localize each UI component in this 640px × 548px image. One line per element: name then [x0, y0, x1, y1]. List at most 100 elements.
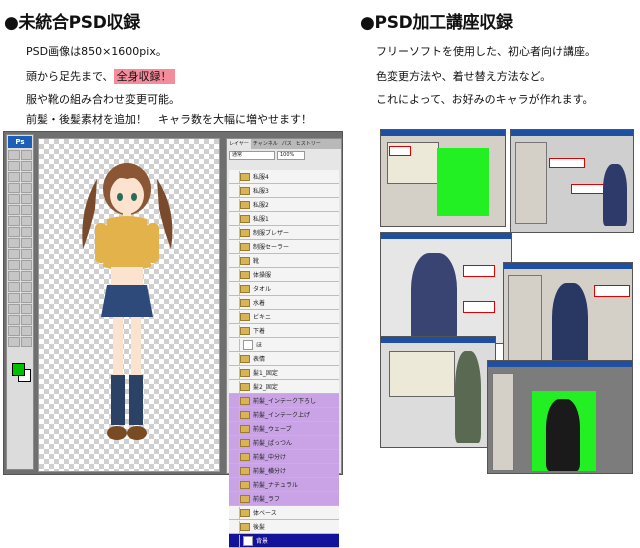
visibility-eye-icon[interactable] — [229, 408, 240, 421]
tool-icon[interactable] — [8, 260, 20, 270]
visibility-eye-icon[interactable] — [229, 184, 240, 197]
layer-row[interactable]: 私服2 — [229, 198, 339, 212]
layer-row[interactable]: 前髪_インテーク上げ — [229, 408, 339, 422]
blend-mode-select[interactable]: 通常 — [229, 150, 275, 160]
visibility-eye-icon[interactable] — [229, 506, 240, 519]
tool-icon[interactable] — [20, 304, 32, 314]
tool-icon[interactable] — [8, 194, 20, 204]
layer-row[interactable]: 前髪_ナチュラル — [229, 478, 339, 492]
layer-row[interactable]: 体ベース — [229, 506, 339, 520]
layer-row[interactable]: 私服1 — [229, 212, 339, 226]
tool-icon[interactable] — [20, 172, 32, 182]
foreground-color-swatch[interactable] — [12, 363, 25, 376]
tool-icon[interactable] — [20, 249, 32, 259]
tool-icon[interactable] — [8, 271, 20, 281]
layer-row[interactable]: タオル — [229, 282, 339, 296]
tool-icon[interactable] — [20, 260, 32, 270]
visibility-eye-icon[interactable] — [229, 212, 240, 225]
panel-tab-bar: レイヤー チャンネル パス ヒストリー — [227, 139, 341, 149]
tool-icon[interactable] — [8, 216, 20, 226]
visibility-eye-icon[interactable] — [229, 240, 240, 253]
visibility-eye-icon[interactable] — [229, 282, 240, 295]
tab-paths[interactable]: パス — [280, 139, 294, 149]
visibility-eye-icon[interactable] — [229, 380, 240, 393]
tool-icon[interactable] — [20, 326, 32, 336]
visibility-eye-icon[interactable] — [229, 338, 240, 351]
tool-icon[interactable] — [20, 150, 32, 160]
layer-row[interactable]: 私服4 — [229, 170, 339, 184]
tool-icon[interactable] — [8, 172, 20, 182]
tool-icon[interactable] — [20, 183, 32, 193]
tool-icon[interactable] — [20, 161, 32, 171]
visibility-eye-icon[interactable] — [229, 492, 240, 505]
visibility-eye-icon[interactable] — [229, 464, 240, 477]
tool-icon[interactable] — [8, 304, 20, 314]
visibility-eye-icon[interactable] — [229, 352, 240, 365]
visibility-eye-icon[interactable] — [229, 254, 240, 267]
visibility-eye-icon[interactable] — [229, 436, 240, 449]
tool-icon[interactable] — [8, 238, 20, 248]
layer-row[interactable]: 髪1_固定 — [229, 366, 339, 380]
layer-row[interactable]: ほ — [229, 338, 339, 352]
layer-row[interactable]: 靴 — [229, 254, 339, 268]
visibility-eye-icon[interactable] — [229, 520, 240, 533]
tool-icon[interactable] — [20, 282, 32, 292]
tool-icon[interactable] — [20, 238, 32, 248]
visibility-eye-icon[interactable] — [229, 310, 240, 323]
tool-icon[interactable] — [20, 315, 32, 325]
visibility-eye-icon[interactable] — [229, 394, 240, 407]
tool-icon[interactable] — [20, 205, 32, 215]
layer-row[interactable]: 前髪_ラフ — [229, 492, 339, 506]
tool-icon[interactable] — [8, 282, 20, 292]
visibility-eye-icon[interactable] — [229, 170, 240, 183]
visibility-eye-icon[interactable] — [229, 534, 240, 547]
opacity-field[interactable]: 100% — [277, 150, 305, 160]
layer-row[interactable]: 制服セーラー — [229, 240, 339, 254]
tool-icon[interactable] — [20, 194, 32, 204]
tool-icon[interactable] — [20, 271, 32, 281]
tool-icon[interactable] — [8, 326, 20, 336]
visibility-eye-icon[interactable] — [229, 366, 240, 379]
tool-icon[interactable] — [8, 205, 20, 215]
layer-row[interactable]: ビキニ — [229, 310, 339, 324]
tab-channels[interactable]: チャンネル — [251, 139, 280, 149]
layer-row[interactable]: 背景 — [229, 534, 339, 548]
tool-icon[interactable] — [8, 183, 20, 193]
visibility-eye-icon[interactable] — [229, 450, 240, 463]
tool-icon[interactable] — [8, 227, 20, 237]
layer-row[interactable]: 水着 — [229, 296, 339, 310]
tool-icon[interactable] — [20, 216, 32, 226]
tool-icon[interactable] — [8, 249, 20, 259]
visibility-eye-icon[interactable] — [229, 198, 240, 211]
layer-row[interactable]: 体操服 — [229, 268, 339, 282]
tab-history[interactable]: ヒストリー — [294, 139, 323, 149]
layer-row[interactable]: 私服3 — [229, 184, 339, 198]
visibility-eye-icon[interactable] — [229, 324, 240, 337]
layer-row[interactable]: 前髪_インテーク下ろし — [229, 394, 339, 408]
tool-icon[interactable] — [8, 161, 20, 171]
visibility-eye-icon[interactable] — [229, 296, 240, 309]
tool-icon[interactable] — [8, 315, 20, 325]
layer-row[interactable]: 前髪_中分け — [229, 450, 339, 464]
tool-icon[interactable] — [8, 293, 20, 303]
visibility-eye-icon[interactable] — [229, 226, 240, 239]
tool-icon[interactable] — [20, 293, 32, 303]
layer-row[interactable]: 前髪_ウェーブ — [229, 422, 339, 436]
layer-row[interactable]: 前髪_ぱっつん — [229, 436, 339, 450]
tool-icon[interactable] — [20, 337, 32, 347]
layer-row[interactable]: 制服ブレザー — [229, 226, 339, 240]
tool-icon[interactable] — [8, 150, 20, 160]
document-canvas[interactable] — [38, 138, 220, 472]
layer-row[interactable]: 髪2_固定 — [229, 380, 339, 394]
tab-layers[interactable]: レイヤー — [227, 139, 251, 149]
tool-icon[interactable] — [8, 337, 20, 347]
layer-row[interactable]: 後髪 — [229, 520, 339, 534]
tool-icon[interactable] — [20, 227, 32, 237]
visibility-eye-icon[interactable] — [229, 422, 240, 435]
layer-row[interactable]: 前髪_横分け — [229, 464, 339, 478]
visibility-eye-icon[interactable] — [229, 268, 240, 281]
visibility-eye-icon[interactable] — [229, 478, 240, 491]
left-eye — [117, 193, 123, 201]
layer-row[interactable]: 表情 — [229, 352, 339, 366]
layer-row[interactable]: 下着 — [229, 324, 339, 338]
